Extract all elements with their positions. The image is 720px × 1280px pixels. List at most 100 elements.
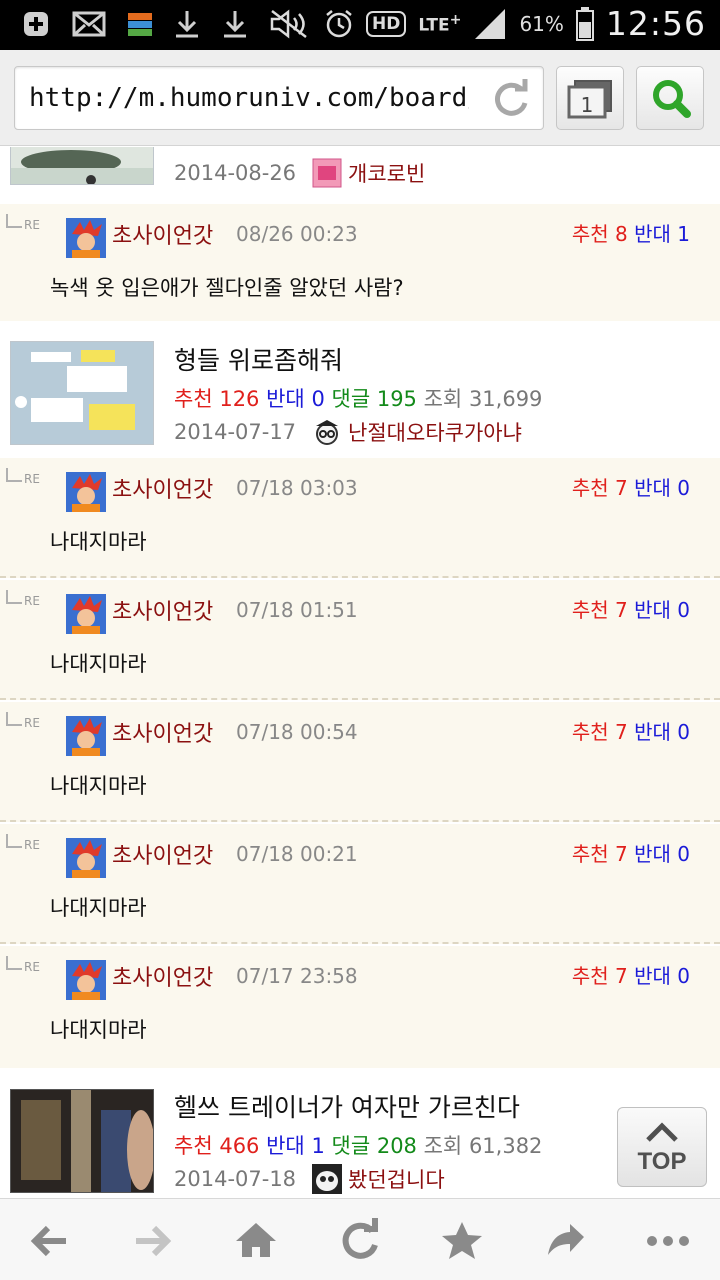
reply-nick[interactable]: 초사이언갓 bbox=[112, 594, 213, 626]
reply-text: 나대지마라 bbox=[50, 652, 147, 676]
reply-nick[interactable]: 초사이언갓 bbox=[112, 472, 213, 504]
download-icon bbox=[224, 11, 246, 38]
post-date: 2014-08-26 bbox=[174, 161, 297, 185]
reply-nick[interactable]: 초사이언갓 bbox=[112, 716, 213, 748]
mail-icon bbox=[72, 11, 106, 37]
signal-icon bbox=[475, 8, 506, 39]
url-text[interactable]: http://m.humoruniv.com/board/c... bbox=[29, 83, 469, 113]
home-icon[interactable] bbox=[232, 1217, 280, 1265]
reply-arrow-icon bbox=[6, 834, 22, 848]
post-author[interactable]: 봤던겁니다 bbox=[348, 1164, 445, 1194]
reply-votes: 추천 7 반대 0 bbox=[571, 964, 690, 988]
post-stats: 추천 126 반대 0 댓글 195 조회 31,699 bbox=[174, 387, 543, 411]
reply-time: 07/18 00:21 bbox=[236, 842, 358, 866]
app-notification-icon bbox=[128, 13, 152, 36]
forward-icon[interactable] bbox=[128, 1217, 176, 1265]
alarm-icon bbox=[326, 9, 352, 37]
post-author[interactable]: 난절대오타쿠가아냐 bbox=[348, 417, 522, 447]
notification-icons bbox=[22, 9, 248, 39]
reply-text: 녹색 옷 입은애가 젤다인줄 알았던 사람? bbox=[50, 276, 404, 300]
url-field[interactable]: http://m.humoruniv.com/board/c... bbox=[14, 66, 544, 130]
post-item[interactable]: 2014-08-26 개코로빈 bbox=[0, 147, 720, 204]
more-icon[interactable] bbox=[644, 1217, 692, 1265]
reply-item: RE 초사이언갓 07/18 00:54 추천 7 반대 0 나대지마라 bbox=[0, 702, 720, 822]
post-date-author: 2014-07-18 봤던겁니다 bbox=[174, 1164, 445, 1194]
reply-votes: 추천 7 반대 0 bbox=[571, 598, 690, 622]
reply-nick[interactable]: 초사이언갓 bbox=[112, 218, 213, 250]
reply-votes: 추천 7 반대 0 bbox=[571, 720, 690, 744]
search-button[interactable] bbox=[636, 66, 704, 130]
reload-icon[interactable] bbox=[491, 79, 531, 119]
post-date: 2014-07-17 bbox=[174, 420, 297, 444]
post-item[interactable]: 헬쓰 트레이너가 여자만 가르친다 추천 466 반대 1 댓글 208 조회 … bbox=[0, 1068, 720, 1198]
post-title[interactable]: 헬쓰 트레이너가 여자만 가르친다 bbox=[174, 1088, 520, 1124]
reply-text: 나대지마라 bbox=[50, 1018, 147, 1042]
reply-time: 07/18 03:03 bbox=[236, 476, 358, 500]
post-thumbnail[interactable] bbox=[10, 1089, 154, 1193]
tabs-button[interactable]: 1 bbox=[556, 66, 624, 130]
avatar[interactable] bbox=[66, 838, 106, 878]
browser-bottom-nav bbox=[0, 1198, 720, 1280]
reply-time: 07/18 00:54 bbox=[236, 720, 358, 744]
reply-arrow-icon bbox=[6, 214, 22, 228]
browser-toolbar: http://m.humoruniv.com/board/c... 1 bbox=[0, 50, 720, 146]
refresh-icon[interactable] bbox=[336, 1217, 384, 1265]
tabs-icon: 1 bbox=[567, 80, 612, 119]
avatar[interactable] bbox=[66, 594, 106, 634]
avatar[interactable] bbox=[66, 472, 106, 512]
reply-marker: RE bbox=[24, 472, 40, 486]
reply-time: 07/17 23:58 bbox=[236, 964, 358, 988]
reply-item: RE 초사이언갓 07/17 23:58 추천 7 반대 0 나대지마라 bbox=[0, 946, 720, 1068]
add-notification-icon bbox=[24, 12, 48, 36]
post-thumbnail[interactable] bbox=[10, 341, 154, 445]
user-badge-icon bbox=[312, 1164, 343, 1194]
reply-item: RE 초사이언갓 07/18 03:03 추천 7 반대 0 나대지마라 bbox=[0, 458, 720, 578]
network-type: LTE+ bbox=[418, 12, 462, 36]
reply-item: RE 초사이언갓 07/18 01:51 추천 7 반대 0 나대지마라 bbox=[0, 580, 720, 700]
post-author[interactable]: 개코로빈 bbox=[348, 158, 425, 188]
user-badge-icon bbox=[312, 158, 342, 188]
tab-count: 1 bbox=[581, 93, 594, 117]
post-stats: 추천 466 반대 1 댓글 208 조회 61,382 bbox=[174, 1134, 543, 1158]
download-icon bbox=[176, 11, 198, 38]
chevron-up-icon bbox=[646, 1122, 678, 1142]
reply-arrow-icon bbox=[6, 712, 22, 726]
reply-arrow-icon bbox=[6, 468, 22, 482]
avatar[interactable] bbox=[66, 716, 106, 756]
post-item[interactable]: 형들 위로좀해줘 추천 126 반대 0 댓글 195 조회 31,699 20… bbox=[0, 321, 720, 458]
reply-arrow-icon bbox=[6, 956, 22, 970]
reply-marker: RE bbox=[24, 716, 40, 730]
reply-text: 나대지마라 bbox=[50, 530, 147, 554]
reply-item: RE 초사이언갓 07/18 00:21 추천 7 반대 0 나대지마라 bbox=[0, 824, 720, 944]
hd-voice-badge: HD bbox=[365, 10, 407, 37]
reply-marker: RE bbox=[24, 960, 40, 974]
battery-icon bbox=[575, 6, 594, 41]
reply-nick[interactable]: 초사이언갓 bbox=[112, 838, 213, 870]
board-list: 2014-08-26 개코로빈 RE 초사이언갓 08/26 00:23 추천 … bbox=[0, 147, 720, 1198]
mute-icon bbox=[270, 8, 307, 39]
reply-votes: 추천 8 반대 1 bbox=[571, 222, 690, 246]
avatar[interactable] bbox=[66, 218, 106, 258]
reply-votes: 추천 7 반대 0 bbox=[571, 842, 690, 866]
back-icon[interactable] bbox=[26, 1217, 74, 1265]
reply-time: 07/18 01:51 bbox=[236, 598, 358, 622]
user-badge-icon bbox=[312, 417, 342, 447]
post-title[interactable]: 형들 위로좀해줘 bbox=[174, 341, 343, 377]
bookmark-star-icon[interactable] bbox=[438, 1217, 486, 1265]
system-icons: HD LTE+ 61% 12:56 bbox=[268, 4, 706, 43]
search-icon bbox=[653, 80, 691, 118]
reply-marker: RE bbox=[24, 594, 40, 608]
reply-item: RE 초사이언갓 08/26 00:23 추천 8 반대 1 녹색 옷 입은애가… bbox=[0, 204, 720, 321]
scroll-top-label: TOP bbox=[637, 1148, 687, 1175]
reply-marker: RE bbox=[24, 838, 40, 852]
post-date: 2014-07-18 bbox=[174, 1167, 297, 1191]
post-thumbnail[interactable] bbox=[10, 147, 154, 185]
avatar[interactable] bbox=[66, 960, 106, 1000]
battery-percent: 61% bbox=[519, 11, 564, 36]
scroll-top-button[interactable]: TOP bbox=[617, 1107, 707, 1187]
share-icon[interactable] bbox=[542, 1217, 590, 1265]
reply-nick[interactable]: 초사이언갓 bbox=[112, 960, 213, 992]
reply-votes: 추천 7 반대 0 bbox=[571, 476, 690, 500]
clock: 12:56 bbox=[605, 4, 706, 43]
post-date-author: 2014-08-26 개코로빈 bbox=[174, 158, 425, 188]
